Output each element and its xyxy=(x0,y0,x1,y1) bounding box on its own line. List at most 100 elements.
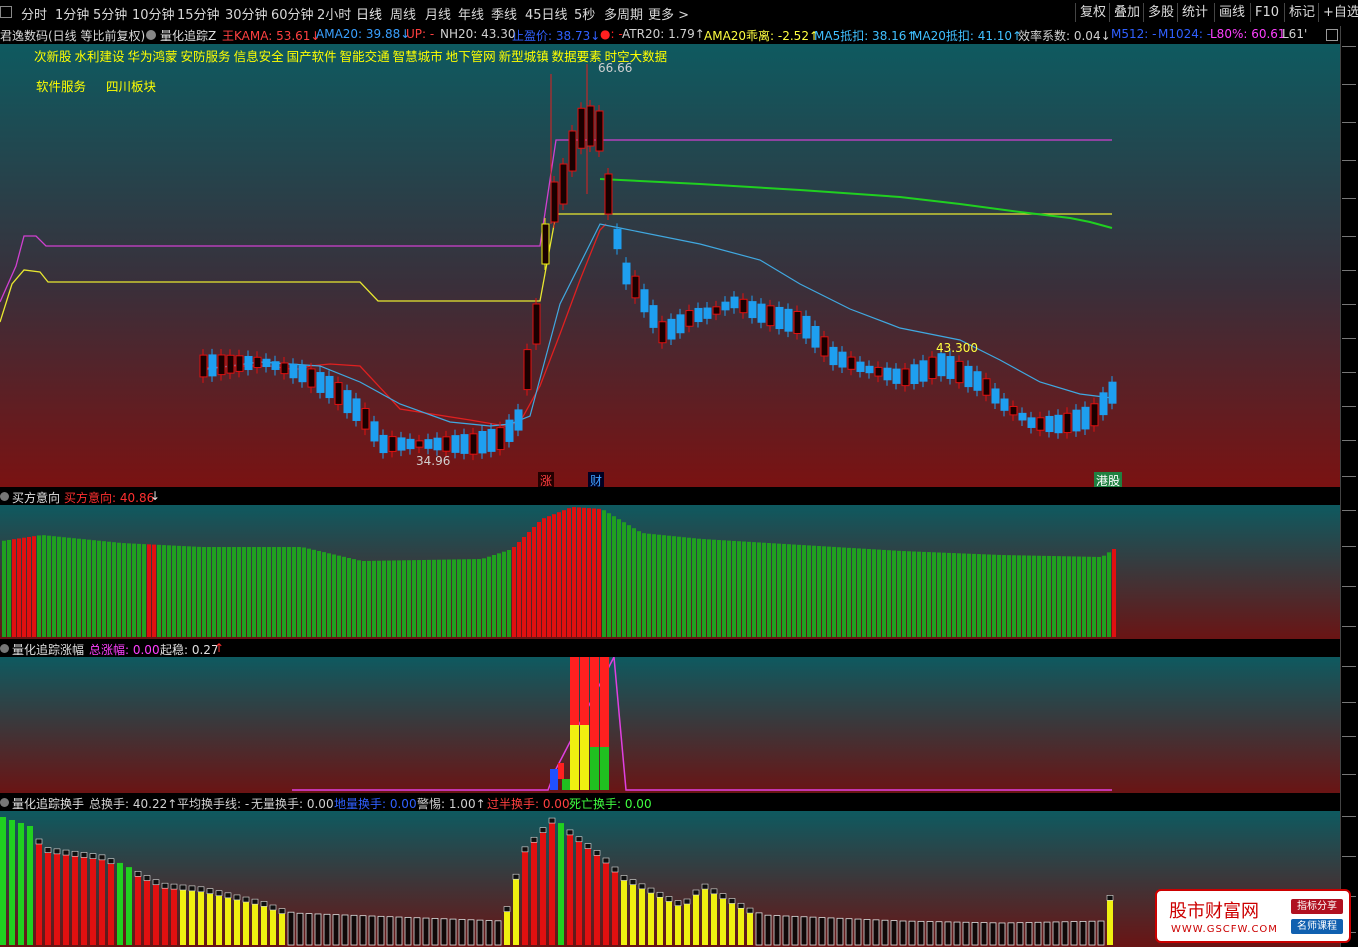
info-item-8: MA5抵扣: 38.16↑ xyxy=(814,29,917,43)
panel3-title[interactable]: 量化追踪涨幅 xyxy=(12,641,84,658)
panel2-collapse-icon[interactable] xyxy=(0,492,9,501)
rise-bar-blue xyxy=(550,769,558,790)
period-2[interactable]: 5分钟 xyxy=(93,4,127,23)
indicator-dropdown-icon[interactable] xyxy=(146,30,156,40)
indicator-info-bar: 君逸数码(日线 等比前复权) 量化追踪Z 王KAMA: 53.61↓ AMA20:… xyxy=(0,26,1358,44)
candle-body xyxy=(775,306,784,330)
sector-tag-7[interactable]: 智慧城市 xyxy=(393,49,443,64)
sector-tag-3[interactable]: 安防服务 xyxy=(181,49,231,64)
period-3[interactable]: 10分钟 xyxy=(132,4,175,23)
info-expand-icon[interactable] xyxy=(1326,29,1338,41)
buy-intent-panel[interactable] xyxy=(0,505,1340,639)
panel3-collapse-icon[interactable] xyxy=(0,644,9,653)
sector-tag-9[interactable]: 新型城镇 xyxy=(499,49,549,64)
info-item-4: 止盈价: 38.73↓ xyxy=(512,29,601,43)
turnover-bar-cap xyxy=(656,891,664,898)
sector-tag-4[interactable]: 信息安全 xyxy=(234,49,284,64)
sector-tag-2[interactable]: 华为鸿蒙 xyxy=(128,49,178,64)
period-10[interactable]: 月线 xyxy=(425,4,451,23)
period-7[interactable]: 2小时 xyxy=(317,4,351,23)
sector-tag-1[interactable]: 水利建设 xyxy=(75,49,125,64)
sector-tag-0[interactable]: 次新股 xyxy=(34,49,72,64)
rise-bar-green xyxy=(562,779,570,790)
turnover-bar xyxy=(926,921,934,946)
toolbar-btn-7[interactable]: +自选 xyxy=(1318,3,1358,22)
buy-intent-bar xyxy=(707,539,711,637)
period-9[interactable]: 周线 xyxy=(390,4,416,23)
buy-intent-bar xyxy=(267,547,271,637)
period-0[interactable]: 分时 xyxy=(21,4,47,23)
sector-tag-6[interactable]: 智能交通 xyxy=(340,49,390,64)
price-axis[interactable] xyxy=(1340,26,1358,947)
sector-tag-5[interactable]: 国产软件 xyxy=(287,49,337,64)
turnover-bar xyxy=(216,890,222,945)
buy-intent-bar xyxy=(942,552,946,637)
main-kline-panel[interactable] xyxy=(0,44,1340,487)
candle-body xyxy=(685,310,694,327)
buy-intent-bar xyxy=(262,547,266,637)
buy-intent-bar xyxy=(1102,555,1106,637)
rise-panel[interactable] xyxy=(0,657,1340,793)
turnover-bar-cap xyxy=(161,882,169,889)
period-1[interactable]: 1分钟 xyxy=(55,4,89,23)
turnover-bar xyxy=(809,916,817,946)
panel2-title[interactable]: 买方意向 xyxy=(12,489,60,506)
axis-tick xyxy=(1342,774,1356,775)
buy-intent-bar xyxy=(787,544,791,637)
period-5[interactable]: 30分钟 xyxy=(225,4,268,23)
buy-intent-bar xyxy=(592,508,596,637)
turnover-chart[interactable] xyxy=(0,811,1340,947)
candle-body xyxy=(892,368,901,384)
toolbar-btn-0[interactable]: 复权 xyxy=(1075,3,1110,22)
sector-tag-8[interactable]: 地下管网 xyxy=(446,49,496,64)
buy-intent-bar xyxy=(772,543,776,637)
sector2-tag-0[interactable]: 软件服务 xyxy=(36,79,86,94)
candle-body xyxy=(415,440,424,448)
candle-body xyxy=(784,308,793,332)
turnover-panel[interactable] xyxy=(0,811,1340,947)
candle-body xyxy=(802,315,811,339)
buy-intent-bar xyxy=(272,547,276,637)
toolbar-btn-3[interactable]: 统计 xyxy=(1177,3,1212,22)
period-4[interactable]: 15分钟 xyxy=(177,4,220,23)
sector2-tag-1[interactable]: 四川板块 xyxy=(106,79,156,94)
panel4-title[interactable]: 量化追踪换手 xyxy=(12,795,84,812)
toolbar-btn-4[interactable]: 画线 xyxy=(1214,3,1249,22)
buy-intent-bar xyxy=(902,551,906,637)
toolbar-btn-2[interactable]: 多股 xyxy=(1143,3,1178,22)
period-11[interactable]: 年线 xyxy=(458,4,484,23)
period-8[interactable]: 日线 xyxy=(356,4,382,23)
toolbar-btn-1[interactable]: 叠加 xyxy=(1109,3,1144,22)
turnover-bar xyxy=(1070,921,1078,946)
period-13[interactable]: 45日线 xyxy=(525,4,568,23)
candle-body xyxy=(514,409,523,431)
toolbar-btn-5[interactable]: F10 xyxy=(1250,3,1283,22)
candle-body xyxy=(478,430,487,454)
turnover-bar xyxy=(603,858,609,945)
period-6[interactable]: 60分钟 xyxy=(271,4,314,23)
buy-intent-bar xyxy=(642,533,646,637)
turnover-bar xyxy=(935,921,943,946)
buy-intent-bar xyxy=(732,540,736,637)
buy-intent-bar xyxy=(482,558,486,637)
period-16[interactable]: 更多 > xyxy=(648,4,689,23)
panel4-collapse-icon[interactable] xyxy=(0,798,9,807)
kline-chart[interactable] xyxy=(0,44,1340,487)
sector-tag-10[interactable]: 数据要素 xyxy=(552,49,602,64)
axis-tick xyxy=(1342,338,1356,339)
toolbar-btn-6[interactable]: 标记 xyxy=(1284,3,1319,22)
low-price-label: 34.96 xyxy=(416,454,451,468)
indicator-name[interactable]: 量化追踪Z xyxy=(160,27,216,44)
period-14[interactable]: 5秒 xyxy=(574,4,595,23)
period-12[interactable]: 季线 xyxy=(491,4,517,23)
candle-body xyxy=(523,349,532,391)
turnover-bar-cap xyxy=(53,848,61,855)
buy-intent-chart[interactable] xyxy=(0,505,1340,639)
rise-chart[interactable] xyxy=(0,657,1340,793)
turnover-bar xyxy=(180,885,186,945)
buy-intent-bar xyxy=(1112,549,1116,637)
buy-intent-bar xyxy=(337,555,341,637)
period-15[interactable]: 多周期 xyxy=(604,4,643,23)
turnover-bar xyxy=(944,921,952,946)
window-menu-icon[interactable] xyxy=(0,6,12,18)
